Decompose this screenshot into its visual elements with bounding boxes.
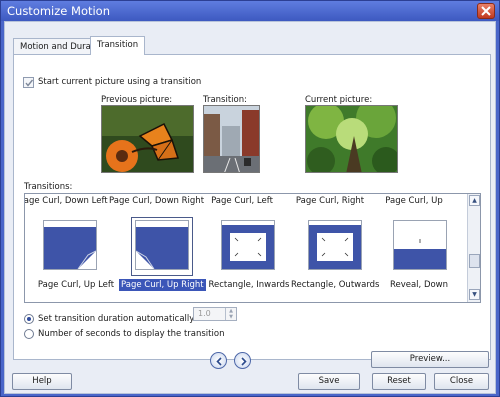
list-item-label[interactable]: Page Curl, Left bbox=[199, 196, 285, 206]
chevron-down-icon: ▼ bbox=[472, 291, 477, 298]
start-with-transition-label: Start current picture using a transition bbox=[38, 77, 202, 87]
list-item-label[interactable]: Page Curl, Down Left bbox=[25, 196, 108, 206]
previous-picture-button[interactable] bbox=[210, 352, 227, 369]
rectangle-inwards-thumbnail[interactable] bbox=[221, 220, 275, 270]
dialog-body: Motion and Duration Transition Start cur… bbox=[4, 21, 496, 394]
seconds-spinbox[interactable]: 1.0 ▲ ▼ bbox=[193, 307, 237, 321]
rectangle-outwards-thumbnail[interactable] bbox=[308, 220, 362, 270]
auto-duration-label: Set transition duration automatically bbox=[38, 314, 195, 324]
save-button[interactable]: Save bbox=[298, 373, 360, 390]
next-picture-button[interactable] bbox=[234, 352, 251, 369]
start-with-transition-checkbox[interactable] bbox=[23, 77, 34, 88]
transitions-scrollbar[interactable]: ▲ ▼ bbox=[467, 194, 480, 302]
list-item-label-selected[interactable]: Page Curl, Up Right bbox=[119, 279, 206, 291]
seconds-duration-radio[interactable] bbox=[24, 329, 34, 339]
chevron-left-icon bbox=[216, 357, 222, 366]
spin-arrows-icon[interactable]: ▲ ▼ bbox=[225, 308, 236, 320]
list-item-label[interactable]: Page Curl, Down Right bbox=[109, 196, 204, 206]
checkmark-icon bbox=[25, 79, 34, 87]
close-window-button[interactable] bbox=[477, 3, 495, 19]
previous-picture-label: Previous picture: bbox=[101, 95, 173, 105]
chevron-right-icon bbox=[241, 357, 247, 366]
radio-selected-dot bbox=[27, 317, 31, 321]
transition-picture-image bbox=[203, 105, 260, 173]
reveal-down-thumbnail[interactable] bbox=[393, 220, 447, 270]
current-picture-image bbox=[305, 105, 398, 173]
close-button[interactable]: Close bbox=[434, 373, 489, 390]
seconds-duration-label: Number of seconds to display the transit… bbox=[38, 329, 225, 339]
page-curl-up-right-thumbnail[interactable] bbox=[135, 220, 189, 270]
auto-duration-radio[interactable] bbox=[24, 314, 34, 324]
transitions-list[interactable]: Page Curl, Down Left Page Curl, Down Rig… bbox=[24, 193, 481, 303]
close-icon bbox=[481, 6, 491, 16]
transition-tab-panel: Start current picture using a transition… bbox=[13, 54, 491, 360]
scroll-thumb[interactable] bbox=[469, 254, 480, 268]
reset-button[interactable]: Reset bbox=[372, 373, 426, 390]
list-item-label[interactable]: Page Curl, Right bbox=[287, 196, 373, 206]
customize-motion-window: Customize Motion Motion and Duration Tra… bbox=[0, 0, 500, 397]
preview-button[interactable]: Preview... bbox=[371, 351, 489, 368]
transition-preview-label: Transition: bbox=[203, 95, 247, 105]
previous-picture-image bbox=[101, 105, 194, 173]
transitions-label: Transitions: bbox=[24, 182, 73, 192]
page-curl-up-left-thumbnail[interactable] bbox=[43, 220, 97, 270]
scroll-up-button[interactable]: ▲ bbox=[469, 195, 480, 206]
list-item-label[interactable]: Reveal, Down bbox=[376, 280, 462, 290]
current-picture-label: Current picture: bbox=[305, 95, 373, 105]
list-item-label[interactable]: Page Curl, Up bbox=[371, 196, 457, 206]
seconds-value: 1.0 bbox=[198, 309, 211, 318]
chevron-up-icon: ▲ bbox=[472, 197, 477, 204]
list-item-label[interactable]: Rectangle, Outwards bbox=[291, 280, 380, 290]
help-button[interactable]: Help bbox=[12, 373, 72, 390]
list-item-label[interactable]: Rectangle, Inwards bbox=[206, 280, 292, 290]
scroll-down-button[interactable]: ▼ bbox=[469, 289, 480, 300]
tab-transition[interactable]: Transition bbox=[90, 36, 146, 55]
window-title: Customize Motion bbox=[7, 4, 111, 18]
list-item-label[interactable]: Page Curl, Up Left bbox=[33, 280, 119, 290]
title-bar: Customize Motion bbox=[1, 1, 499, 21]
